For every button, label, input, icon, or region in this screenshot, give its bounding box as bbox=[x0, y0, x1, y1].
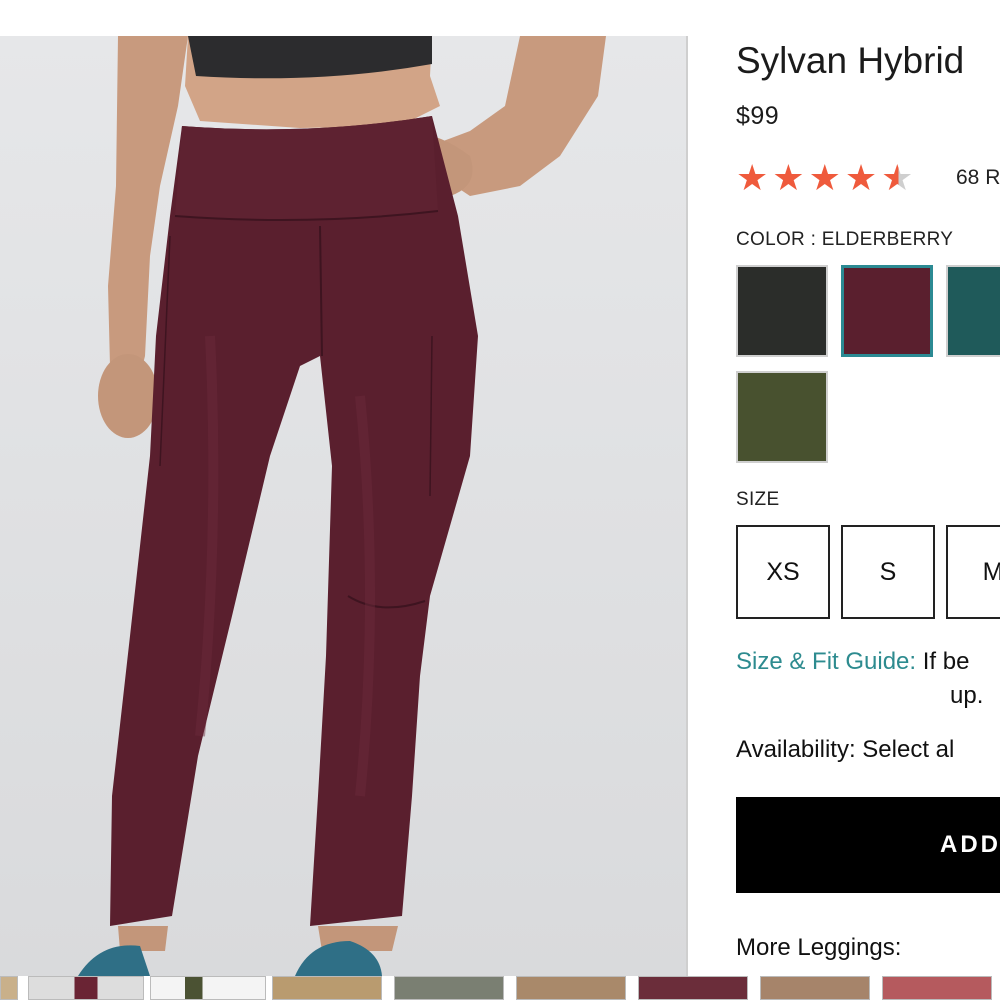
review-count-link[interactable]: 68 R bbox=[956, 166, 1000, 190]
thumbnail[interactable] bbox=[638, 976, 748, 1000]
size-fit-guide-continued: up. bbox=[950, 682, 984, 709]
size-fit-guide-link[interactable]: Size & Fit Guide: bbox=[736, 648, 916, 675]
thumbnail[interactable] bbox=[760, 976, 870, 1000]
thumbnail[interactable] bbox=[882, 976, 992, 1000]
size-option-m[interactable]: M bbox=[946, 525, 1000, 619]
add-to-cart-label: ADD bbox=[940, 831, 1000, 858]
thumbnail[interactable] bbox=[272, 976, 382, 1000]
panel-divider bbox=[686, 36, 688, 976]
add-to-cart-button[interactable]: ADD bbox=[736, 797, 1000, 893]
size-option-s[interactable]: S bbox=[841, 525, 935, 619]
thumbnail[interactable] bbox=[394, 976, 504, 1000]
thumbnail-strip bbox=[0, 976, 1000, 1000]
size-label: SIZE bbox=[736, 489, 780, 510]
color-swatch-elderberry[interactable] bbox=[841, 265, 933, 357]
availability-text: Availability: Select al bbox=[736, 736, 955, 763]
thumbnail[interactable] bbox=[28, 976, 144, 1000]
star-icon: ★ bbox=[808, 157, 841, 198]
rating-stars[interactable]: ★ ★ ★ ★ ★ bbox=[736, 160, 913, 196]
thumbnail[interactable] bbox=[0, 976, 18, 1000]
size-option-xs[interactable]: XS bbox=[736, 525, 830, 619]
product-price: $99 bbox=[736, 102, 780, 130]
legging-model-illustration bbox=[78, 36, 606, 976]
color-swatch-teal[interactable] bbox=[946, 265, 1000, 357]
color-swatch-black[interactable] bbox=[736, 265, 828, 357]
product-info-panel: Sylvan Hybrid $99 ★ ★ ★ ★ ★ 68 R COLOR :… bbox=[690, 0, 1000, 1000]
size-fit-guide: Size & Fit Guide: If be bbox=[736, 648, 969, 676]
thumbnail[interactable] bbox=[516, 976, 626, 1000]
star-icon: ★ bbox=[736, 157, 769, 198]
product-page: Sylvan Hybrid $99 ★ ★ ★ ★ ★ 68 R COLOR :… bbox=[0, 0, 1000, 1000]
color-swatch-olive[interactable] bbox=[736, 371, 828, 463]
star-icon: ★ bbox=[844, 157, 878, 198]
thumbnail[interactable] bbox=[150, 976, 266, 1000]
color-label: COLOR : ELDERBERRY bbox=[736, 229, 954, 250]
product-title: Sylvan Hybrid bbox=[736, 40, 965, 81]
product-image[interactable] bbox=[0, 36, 686, 976]
half-star-icon: ★ bbox=[881, 157, 914, 198]
more-leggings-heading: More Leggings: bbox=[736, 934, 902, 961]
size-fit-guide-text: If be bbox=[916, 648, 970, 675]
star-icon: ★ bbox=[772, 157, 805, 198]
